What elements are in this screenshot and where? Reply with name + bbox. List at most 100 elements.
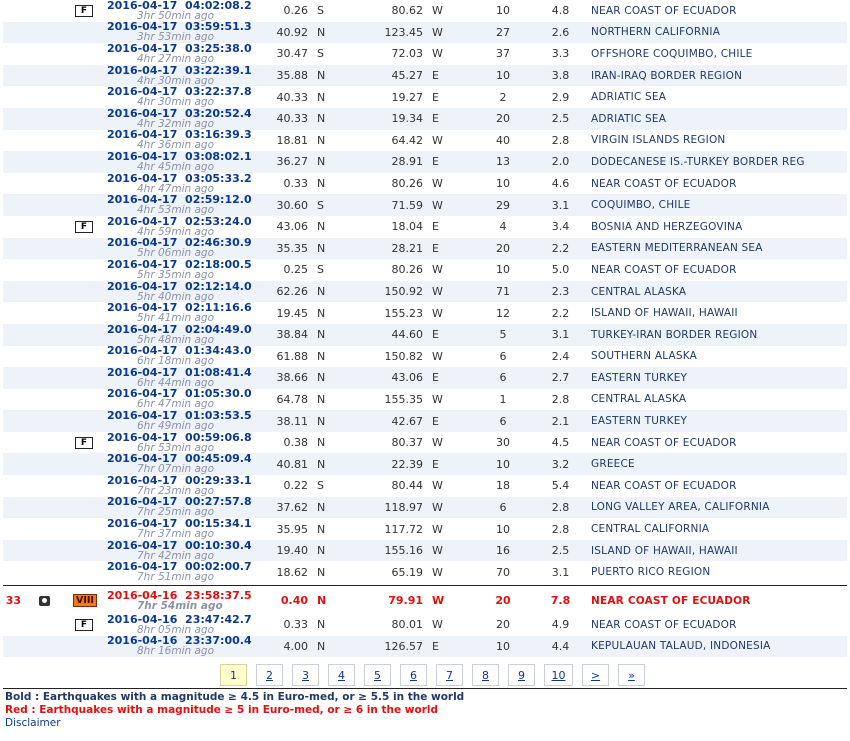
event-count [3,475,25,497]
table-row[interactable]: 2016-04-17 03:16:39.3 4hr 36min ago 18.81 N… [3,129,847,152]
page-link-8[interactable]: 8 [472,664,499,686]
page-link-3[interactable]: 3 [292,664,319,686]
magnitude: 2.7 [538,367,583,389]
table-row[interactable]: 2016-04-17 02:12:14.0 5hr 40min ago 62.26 N… [3,280,847,303]
datetime-cell[interactable]: 2016-04-17 03:20:52.4 4hr 32min ago [103,107,273,130]
region: NEAR COAST OF ECUADOR [583,475,847,497]
table-row[interactable]: 2016-04-17 03:05:33.2 4hr 47min ago 0.33 N 8… [3,172,847,195]
datetime-cell[interactable]: 2016-04-17 00:02:00.7 7hr 51min ago [103,561,273,584]
datetime-cell[interactable]: 2016-04-17 00:15:34.1 7hr 37min ago [103,518,273,540]
table-row[interactable]: 2016-04-17 00:45:09.4 7hr 07min ago 40.81 N… [3,453,847,476]
table-row[interactable]: 2016-04-17 02:18:00.5 5hr 35min ago 0.25 S 8… [3,259,847,281]
table-row[interactable]: 2016-04-17 03:22:39.1 4hr 30min ago 35.88 N… [3,64,847,87]
table-row[interactable]: 2016-04-17 00:27:57.8 7hr 25min ago 37.62 N… [3,496,847,519]
datetime-cell[interactable]: 2016-04-17 01:34:43.0 6hr 18min ago [103,345,273,368]
media-cell [25,518,65,540]
datetime-cell[interactable]: 2016-04-17 03:16:39.3 4hr 36min ago [103,129,273,152]
datetime-cell[interactable]: 2016-04-17 04:02:08.2 3hr 50min ago [103,0,273,22]
intensity-badge[interactable]: VIII [73,594,97,608]
page-link-6[interactable]: 6 [400,664,427,686]
region: IRAN-IRAQ BORDER REGION [583,64,847,87]
table-row[interactable]: 2016-04-17 00:10:30.4 7hr 42min ago 19.40 N… [3,539,847,562]
table-row[interactable]: F 2016-04-17 04:02:08.2 3hr 50min ago 0.26 S… [3,0,847,22]
table-row[interactable]: 2016-04-17 03:25:38.0 4hr 27min ago 30.47 S… [3,43,847,65]
felt-report-icon[interactable]: F [74,619,94,632]
longitude: 155.16 [348,539,423,562]
datetime-cell[interactable]: 2016-04-17 00:29:33.1 7hr 23min ago [103,475,273,497]
page-link-9[interactable]: 9 [508,664,535,686]
datetime-cell[interactable]: 2016-04-17 03:05:33.2 4hr 47min ago [103,172,273,195]
table-row[interactable]: 2016-04-17 01:05:30.0 6hr 47min ago 64.78 N… [3,388,847,411]
page-link-1[interactable]: 1 [220,664,247,686]
page-link-5[interactable]: 5 [364,664,391,686]
datetime-cell[interactable]: 2016-04-17 00:27:57.8 7hr 25min ago [103,496,273,519]
table-row[interactable]: F 2016-04-16 23:47:42.7 8hr 05min ago 0.33 N… [3,614,847,636]
page-next-link[interactable]: > [582,664,609,686]
table-row[interactable]: 2016-04-17 03:20:52.4 4hr 32min ago 40.33 N… [3,107,847,130]
felt-cell [65,453,103,476]
datetime-cell[interactable]: 2016-04-17 03:25:38.0 4hr 27min ago [103,43,273,65]
datetime-cell[interactable]: 2016-04-17 02:59:12.0 4hr 53min ago [103,194,273,216]
datetime-cell[interactable]: 2016-04-16 23:37:00.4 8hr 16min ago [103,635,273,658]
table-row[interactable]: 2016-04-17 00:15:34.1 7hr 37min ago 35.95 N… [3,518,847,540]
table-row[interactable]: 2016-04-17 01:08:41.4 6hr 44min ago 38.66 N… [3,367,847,389]
table-row[interactable]: 2016-04-17 03:08:02.1 4hr 45min ago 36.27 N… [3,151,847,173]
felt-report-icon[interactable]: F [74,437,94,450]
datetime-cell[interactable]: 2016-04-17 03:22:39.1 4hr 30min ago [103,64,273,87]
page-link-2[interactable]: 2 [256,664,283,686]
datetime-cell[interactable]: 2016-04-17 02:12:14.0 5hr 40min ago [103,280,273,303]
table-row[interactable]: F 2016-04-17 00:59:06.8 6hr 53min ago 0.38 N… [3,431,847,454]
datetime-cell[interactable]: 2016-04-17 02:04:49.0 5hr 48min ago [103,323,273,346]
time-ago: 7hr 07min ago [137,463,215,476]
table-row[interactable]: 2016-04-17 00:02:00.7 7hr 51min ago 18.62 N… [3,561,847,584]
table-row[interactable]: 2016-04-16 23:37:00.4 8hr 16min ago 4.00 N 1… [3,635,847,658]
datetime-cell[interactable]: 2016-04-17 01:08:41.4 6hr 44min ago [103,367,273,389]
datetime-cell[interactable]: 2016-04-16 23:47:42.7 8hr 05min ago [103,614,273,636]
depth: 30 [468,431,538,454]
datetime-cell[interactable]: 2016-04-17 00:45:09.4 7hr 07min ago [103,453,273,476]
datetime-cell[interactable]: 2016-04-17 03:08:02.1 4hr 45min ago [103,151,273,173]
time-ago: 6hr 47min ago [137,398,215,411]
disclaimer-link[interactable]: Disclaimer [5,717,61,729]
page-link-10[interactable]: 10 [544,664,573,686]
datetime-cell[interactable]: 2016-04-17 02:11:16.6 5hr 41min ago [103,302,273,324]
table-row[interactable]: 33 VIII 2016-04-16 23:58:37.5 7hr 54min ago… [3,587,847,615]
datetime-cell[interactable]: 2016-04-16 23:58:37.5 7hr 54min ago [103,587,273,615]
latitude: 64.78 [273,388,308,411]
media-cell [25,587,65,615]
datetime-cell[interactable]: 2016-04-17 01:03:53.5 6hr 49min ago [103,410,273,432]
felt-report-icon[interactable]: F [74,5,94,18]
datetime-cell[interactable]: 2016-04-17 01:05:30.0 6hr 47min ago [103,388,273,411]
page-last-link[interactable]: » [618,664,645,686]
table-row[interactable]: 2016-04-17 02:11:16.6 5hr 41min ago 19.45 N… [3,302,847,324]
table-row[interactable]: 2016-04-17 02:59:12.0 4hr 53min ago 30.60 S… [3,194,847,216]
longitude: 19.34 [348,107,423,130]
datetime-cell[interactable]: 2016-04-17 03:22:37.8 4hr 30min ago [103,86,273,108]
table-row[interactable]: 2016-04-17 03:22:37.8 4hr 30min ago 40.33 N… [3,86,847,108]
table-row[interactable]: 2016-04-17 01:34:43.0 6hr 18min ago 61.88 N… [3,345,847,368]
latitude-dir: N [308,388,348,411]
datetime-cell[interactable]: 2016-04-17 00:59:06.8 6hr 53min ago [103,431,273,454]
table-row[interactable]: 2016-04-17 02:46:30.9 5hr 06min ago 35.35 N… [3,237,847,260]
page-link-7[interactable]: 7 [436,664,463,686]
time-ago: 6hr 44min ago [137,376,215,389]
datetime-cell[interactable]: 2016-04-17 03:59:51.3 3hr 53min ago [103,21,273,44]
page-link-4[interactable]: 4 [328,664,355,686]
camera-icon[interactable] [39,595,50,606]
table-row[interactable]: F 2016-04-17 02:53:24.0 4hr 59min ago 43.06… [3,215,847,238]
latitude-dir: N [308,237,348,260]
datetime-cell[interactable]: 2016-04-17 02:18:00.5 5hr 35min ago [103,259,273,281]
longitude: 42.67 [348,410,423,432]
table-row[interactable]: 2016-04-17 02:04:49.0 5hr 48min ago 38.84 N… [3,323,847,346]
felt-report-icon[interactable]: F [74,221,94,234]
table-row[interactable]: 2016-04-17 03:59:51.3 3hr 53min ago 40.92 N… [3,21,847,44]
table-row[interactable]: 2016-04-17 01:03:53.5 6hr 49min ago 38.11 N… [3,410,847,432]
datetime-cell[interactable]: 2016-04-17 02:53:24.0 4hr 59min ago [103,215,273,238]
time-ago: 4hr 30min ago [137,96,215,108]
latitude-dir: N [308,539,348,562]
table-row[interactable]: 2016-04-17 00:29:33.1 7hr 23min ago 0.22 S 8… [3,475,847,497]
region: NEAR COAST OF ECUADOR [583,431,847,454]
latitude: 0.33 [273,172,308,195]
datetime-cell[interactable]: 2016-04-17 02:46:30.9 5hr 06min ago [103,237,273,260]
datetime-cell[interactable]: 2016-04-17 00:10:30.4 7hr 42min ago [103,539,273,562]
